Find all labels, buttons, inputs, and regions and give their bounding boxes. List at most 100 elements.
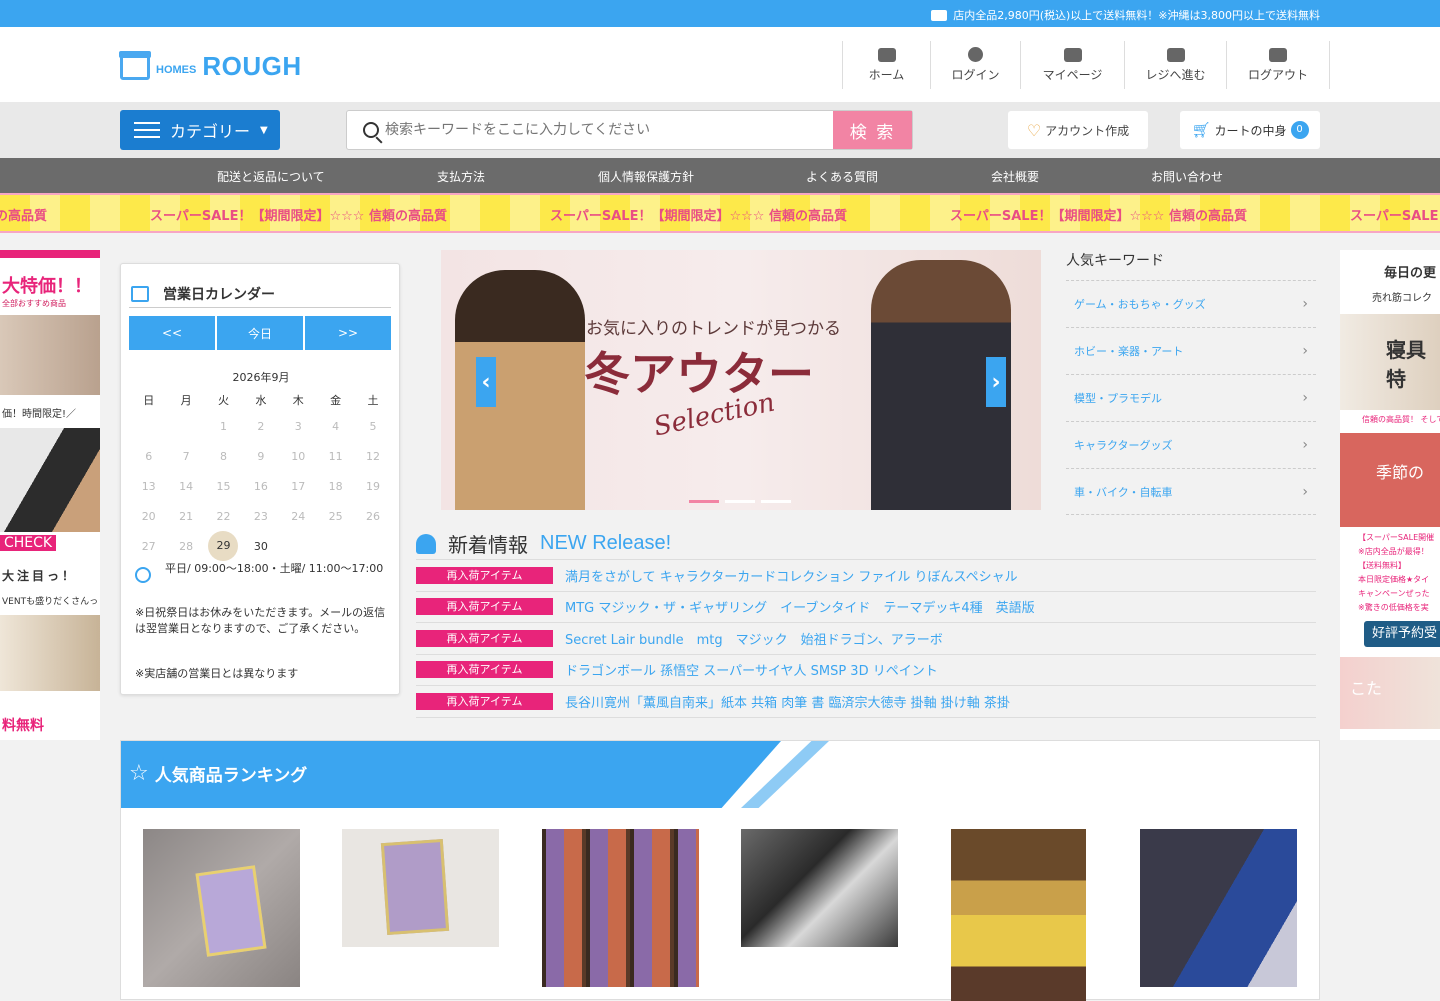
nav-home[interactable]: ホーム [843, 41, 931, 89]
calendar-today-button[interactable]: 今日 [217, 316, 303, 350]
gnav-contact[interactable]: お問い合わせ [1151, 168, 1223, 185]
right-side-ad[interactable]: 毎日の更 売れ筋コレク 寝具特 信頼の高品質！ そして安 季節の 【スーパーSA… [1340, 250, 1440, 740]
news-link[interactable]: MTG マジック・ザ・ギャザリング イーブンタイド テーマデッキ4種 英語版 [565, 597, 1035, 616]
news-row: 再入荷アイテム ドラゴンボール 孫悟空 スーパーサイヤ人 SMSP 3D リペイン… [416, 655, 1316, 686]
calendar-nav: << 今日 >> [129, 316, 391, 350]
calendar-grid: 日月火水木金土 1 2 3 4 5 6 7 8 9 10 11 12 13 14 15 16 17 18 19 20 21… [130, 389, 392, 561]
right-ad-list: 【スーパーSALE開催 ※店内全品が最得！ 【送料無料】 本日限定価格★タイ キ… [1340, 531, 1440, 615]
business-calendar: 営業日カレンダー << 今日 >> 2026年9月 日月火水木金土1234567… [120, 263, 400, 695]
product-image-cards-collection[interactable] [542, 829, 699, 987]
chevron-right-icon: › [1302, 437, 1308, 453]
create-account-button[interactable]: ♡ アカウント作成 [1008, 111, 1148, 149]
calendar-day: 10 [291, 449, 306, 463]
id-card-icon [1063, 47, 1082, 62]
news-link[interactable]: 満月をさがして キャラクターカードコレクション ファイル りぼんスペシャル [565, 566, 1018, 585]
product-image-figure[interactable] [951, 829, 1086, 1001]
right-ad-season-text: 季節の [1376, 463, 1425, 482]
news-badge: 再入荷アイテム [416, 661, 553, 679]
news-row: 再入荷アイテム 長谷川寛州「薫風自南来」紙本 共箱 肉筆 書 臨済宗大徳寺 掛軸 … [416, 686, 1316, 718]
cart-button[interactable]: 🛒︎ カートの中身 0 [1180, 111, 1320, 149]
calendar-weekday: 木 [292, 394, 304, 407]
news-link[interactable]: ドラゴンボール 孫悟空 スーパーサイヤ人 SMSP 3D リペイント [565, 660, 938, 679]
right-ad-reserve-button[interactable]: 好評予約受 [1364, 621, 1440, 647]
ranking-title: 人気商品ランキング [154, 766, 308, 786]
banner-text: スーパーSALE！【期間限定】☆☆☆ 信頼の高品質 [0, 209, 47, 224]
nav-logout-label: ログアウト [1247, 67, 1308, 82]
product-image-card[interactable] [143, 829, 300, 987]
heart-icon: ♡ [1026, 120, 1042, 140]
right-ad-title: 毎日の更 [1384, 266, 1437, 281]
left-ad-line3: VENTも盛りだくさんっ [2, 597, 99, 607]
banner-text: スーパーSALE！【期間限定】☆☆☆ 信頼の高品質 [1350, 209, 1440, 224]
header-nav: ホーム ログイン マイページ レジへ進む ログアウト [842, 41, 1330, 89]
keyword-item[interactable]: ホビー・楽器・アート › [1066, 327, 1316, 374]
news-link[interactable]: Secret Lair bundle mtg マジック 始祖ドラゴン、アラーボ [565, 629, 943, 648]
calendar-week-row: 13 14 15 16 17 18 19 [130, 471, 392, 501]
left-side-ad[interactable]: 大特価！！ 全部おすすめ商品 価！時間限定!／ CHECK 大注目っ！ VENT… [0, 250, 100, 740]
slider-dot[interactable] [725, 500, 755, 503]
ranking-header: ☆ 人気商品ランキング [129, 761, 307, 786]
gnav-faq[interactable]: よくある質問 [806, 168, 878, 185]
site-logo[interactable]: HOMES ROUGH [119, 50, 302, 82]
news-badge: 再入荷アイテム [416, 629, 553, 647]
caret-down-icon: ▼ [260, 124, 268, 136]
calendar-day: 28 [179, 539, 194, 553]
category-button[interactable]: カテゴリー ▼ [120, 110, 280, 150]
slider-prev-button[interactable]: ‹ [476, 357, 496, 407]
store-icon [119, 50, 151, 80]
nav-checkout[interactable]: レジへ進む [1125, 41, 1227, 89]
news-link[interactable]: 長谷川寛州「薫風自南来」紙本 共箱 肉筆 書 臨済宗大徳寺 掛軸 掛け軸 茶掛 [565, 692, 1010, 711]
gnav-payment[interactable]: 支払方法 [437, 168, 485, 185]
keyword-item[interactable]: 車・バイク・自転車 › [1066, 468, 1316, 515]
slider-title: 冬アウター [584, 347, 814, 401]
product-image-card[interactable] [342, 829, 499, 947]
right-ad-list-item: キャンペーンぜった [1358, 589, 1430, 598]
nav-home-label: ホーム [868, 67, 905, 82]
gnav-shipping[interactable]: 配送と返品について [217, 168, 325, 185]
star-icon: ☆ [129, 761, 149, 786]
slider-dot[interactable] [689, 500, 719, 503]
keyword-item[interactable]: 模型・プラモデル › [1066, 374, 1316, 421]
gnav-company[interactable]: 会社概要 [991, 168, 1039, 185]
search-bar-area: カテゴリー ▼ 検 索 ♡ アカウント作成 🛒︎ カートの中身 0 [0, 102, 1440, 158]
sale-banner[interactable]: スーパーSALE！【期間限定】☆☆☆ 信頼の高品質 スーパーSALE！【期間限定… [0, 193, 1440, 233]
left-ad-check: CHECK [0, 535, 57, 551]
keyword-item[interactable]: ゲーム・おもちゃ・グッズ › [1066, 280, 1316, 327]
search-input[interactable] [379, 112, 819, 148]
calendar-day: 13 [141, 479, 156, 493]
product-image-case[interactable] [741, 829, 898, 947]
right-ad-bedding-image: 寝具特 [1340, 314, 1440, 410]
left-ad-bag-image [0, 315, 100, 395]
calendar-next-button[interactable]: >> [305, 316, 391, 350]
calendar-week-row: 27 28 29 30 [130, 531, 392, 561]
gnav-privacy[interactable]: 個人情報保護方針 [598, 168, 694, 185]
right-ad-list-item: ※驚きの低価格を実 [1358, 603, 1429, 612]
truck-icon [931, 9, 948, 21]
product-image-books[interactable] [1140, 829, 1297, 987]
calendar-day: 26 [366, 509, 381, 523]
nav-logout[interactable]: ログアウト [1227, 41, 1330, 89]
calendar-prev-button[interactable]: << [129, 316, 215, 350]
search-button[interactable]: 検 索 [833, 111, 912, 149]
chevron-right-icon: › [991, 369, 1001, 395]
nav-mypage[interactable]: マイページ [1021, 41, 1125, 89]
slider-next-button[interactable]: › [986, 357, 1006, 407]
calendar-weekday: 土 [367, 394, 379, 407]
ranking-section: ☆ 人気商品ランキング [120, 740, 1320, 1001]
logout-icon [1269, 47, 1287, 62]
calendar-day: 5 [369, 419, 377, 433]
hero-slider[interactable]: お気に入りのトレンドが見つかる 冬アウター Selection ‹ › [441, 250, 1041, 510]
keyword-item[interactable]: キャラクターグッズ › [1066, 421, 1316, 468]
slider-dot[interactable] [761, 500, 791, 503]
search-icon [363, 122, 379, 138]
left-ad-top-stripe [0, 250, 100, 258]
nav-login[interactable]: ログイン [931, 41, 1021, 89]
right-ad-list-item: ※店内全品が最得！ [1358, 547, 1429, 556]
chevron-right-icon: › [1302, 483, 1308, 500]
left-ad-rug-image [0, 615, 100, 691]
keyword-label: 車・バイク・自転車 [1074, 485, 1173, 499]
calendar-day: 23 [253, 509, 268, 523]
calendar-day: 8 [219, 449, 227, 463]
news-row: 再入荷アイテム 満月をさがして キャラクターカードコレクション ファイル りぼんス… [416, 560, 1316, 592]
calendar-day: 18 [328, 479, 343, 493]
